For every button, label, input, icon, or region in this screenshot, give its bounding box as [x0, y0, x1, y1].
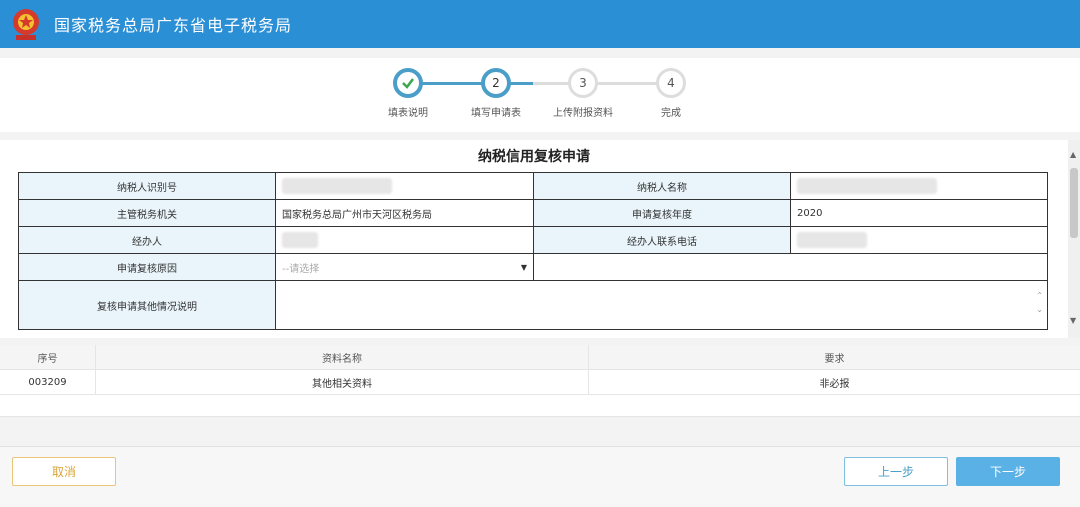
other-info-textarea[interactable]: ⌃ ⌄: [276, 281, 1047, 329]
handler-value: [276, 227, 534, 253]
tax-emblem-icon: [6, 4, 46, 44]
column-header: 资料名称: [96, 345, 589, 369]
doc-requirement: 非必报: [819, 378, 850, 390]
other-info-label: 复核申请其他情况说明: [19, 281, 276, 329]
form-grid: 纳税人识别号 纳税人名称 主管税务机关 国家税务总局广州市天河区税务局 申请复核…: [18, 172, 1048, 330]
action-footer: 取消 上一步 下一步: [0, 446, 1080, 507]
redacted-value: [797, 178, 937, 194]
step-4: 4 完成: [631, 68, 711, 119]
app-title: 国家税务总局广东省电子税务局: [54, 16, 293, 35]
redacted-value: [797, 232, 867, 248]
tax-office-value: 国家税务总局广州市天河区税务局: [276, 200, 534, 226]
previous-step-button[interactable]: 上一步: [844, 457, 948, 486]
handler-phone-value: [791, 227, 1047, 253]
form-row: 纳税人识别号 纳税人名称: [19, 173, 1047, 200]
tax-office-label: 主管税务机关: [19, 200, 276, 226]
taxpayer-name-label: 纳税人名称: [534, 173, 791, 199]
cancel-button[interactable]: 取消: [12, 457, 116, 486]
handler-phone-label: 经办人联系电话: [534, 227, 791, 253]
step-2: 2 填写申请表: [456, 68, 536, 119]
doc-number: 003209: [0, 370, 96, 394]
scroll-down-icon[interactable]: ▼: [1070, 316, 1076, 325]
step-number: 2: [481, 68, 511, 98]
handler-label: 经办人: [19, 227, 276, 253]
review-year-value: 2020: [797, 207, 823, 219]
step-label: 上传附报资料: [553, 108, 613, 119]
check-icon: [393, 68, 423, 98]
table-header: 序号 资料名称 要求: [0, 345, 1080, 370]
next-step-button[interactable]: 下一步: [956, 457, 1060, 486]
reason-placeholder: --请选择: [282, 263, 320, 275]
caret-down-icon: ▼: [520, 262, 527, 272]
column-header: 序号: [0, 345, 96, 369]
taxpayer-id-value: [276, 173, 534, 199]
form-row: 经办人 经办人联系电话: [19, 227, 1047, 254]
form-row: 主管税务机关 国家税务总局广州市天河区税务局 申请复核年度 2020: [19, 200, 1047, 227]
form-row: 复核申请其他情况说明 ⌃ ⌄: [19, 281, 1047, 329]
reason-select[interactable]: --请选择 ▼: [276, 254, 534, 280]
step-number: 4: [656, 68, 686, 98]
form-title: 纳税信用复核申请: [478, 149, 590, 165]
scroll-up-icon[interactable]: ▲: [1070, 150, 1076, 159]
table-row[interactable]: 003209 其他相关资料 非必报: [0, 370, 1080, 395]
taxpayer-name-value: [791, 173, 1047, 199]
taxpayer-id-label: 纳税人识别号: [19, 173, 276, 199]
progress-steps: 填表说明 2 填写申请表 3 上传附报资料 4 完成: [0, 58, 1080, 132]
application-form: 纳税信用复核申请 纳税人识别号 纳税人名称 主管税务机关 国家税务总局广州市天河…: [0, 140, 1068, 338]
documents-table: 序号 资料名称 要求 003209 其他相关资料 非必报: [0, 345, 1080, 417]
reason-label: 申请复核原因: [19, 254, 276, 280]
doc-name: 其他相关资料: [96, 370, 589, 394]
reason-extra: [534, 254, 1047, 280]
redacted-value: [282, 178, 392, 194]
app-header: 国家税务总局广东省电子税务局: [0, 0, 1080, 48]
review-year-label: 申请复核年度: [534, 200, 791, 226]
step-label: 完成: [661, 108, 681, 119]
scrollbar-thumb[interactable]: [1070, 168, 1078, 238]
textarea-scroll-icon: ⌃ ⌄: [1036, 291, 1043, 314]
redacted-value: [282, 232, 318, 248]
form-row: 申请复核原因 --请选择 ▼: [19, 254, 1047, 281]
form-scrollbar[interactable]: ▲ ▼: [1068, 140, 1080, 338]
step-label: 填表说明: [388, 108, 428, 119]
table-empty-row: [0, 395, 1080, 417]
step-label: 填写申请表: [471, 108, 521, 119]
step-1: 填表说明: [368, 68, 448, 119]
step-number: 3: [568, 68, 598, 98]
step-3: 3 上传附报资料: [543, 68, 623, 119]
column-header: 要求: [824, 353, 845, 365]
